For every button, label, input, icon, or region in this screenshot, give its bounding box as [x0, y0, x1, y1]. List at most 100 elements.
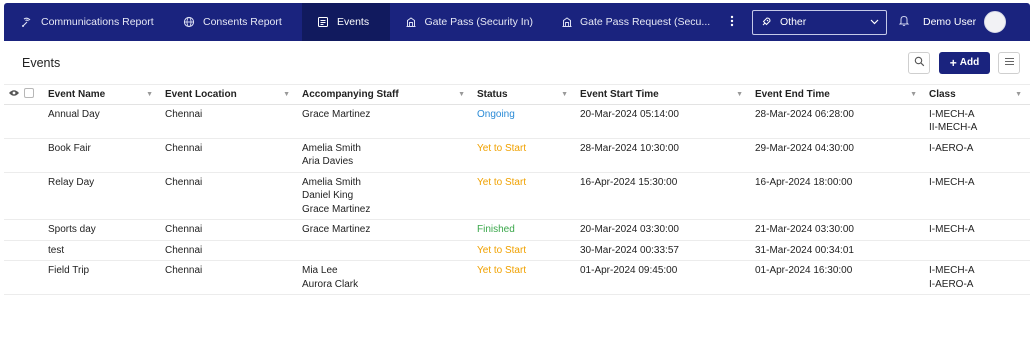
add-button[interactable]: + Add [939, 51, 990, 74]
status-badge: Yet to Start [477, 176, 527, 188]
table-row[interactable]: Field Trip Chennai Mia Lee Aurora Clark … [4, 260, 1030, 295]
tab-label: Gate Pass Request (Secu... [580, 16, 711, 28]
column-header-event-start-time[interactable]: Event Start Time ▼ [576, 85, 751, 105]
class-cell [925, 240, 1030, 261]
class-cell: I-MECH-A I-AERO-A [925, 260, 1030, 295]
status-badge: Finished [477, 224, 515, 235]
event-location-cell: Chennai [161, 104, 298, 139]
sort-arrow-icon[interactable]: ▼ [561, 91, 568, 98]
event-start-time-cell: 30-Mar-2024 00:33:57 [576, 240, 751, 261]
sort-arrow-icon[interactable]: ▼ [458, 91, 465, 98]
status-cell: Yet to Start [473, 138, 576, 173]
event-name-cell[interactable]: Book Fair [44, 138, 161, 173]
tab-gate-pass-request[interactable]: Gate Pass Request (Secu... [547, 3, 717, 41]
event-start-time-cell: 01-Apr-2024 09:45:00 [576, 260, 751, 295]
tab-label: Communications Report [41, 16, 154, 28]
accompanying-staff-cell: Amelia Smith Daniel King Grace Martinez [298, 172, 473, 220]
staff-name: Grace Martinez [302, 203, 371, 215]
staff-name: Aurora Clark [302, 278, 359, 290]
status-cell: Ongoing [473, 104, 576, 139]
staff-name: Aria Davies [302, 156, 354, 167]
column-header-class[interactable]: Class ▼ [925, 85, 1030, 105]
status-badge: Yet to Start [477, 244, 527, 256]
class-cell: I-MECH-A II-MECH-A [925, 104, 1030, 139]
notifications-button[interactable] [891, 14, 917, 30]
event-end-time-cell: 29-Mar-2024 04:30:00 [751, 138, 925, 173]
column-header-event-name[interactable]: Event Name ▼ [44, 85, 161, 105]
event-end-time-cell: 21-Mar-2024 03:30:00 [751, 219, 925, 241]
staff-name: Daniel King [302, 190, 354, 201]
event-end-time-cell: 28-Mar-2024 06:28:00 [751, 104, 925, 139]
add-button-label: Add [959, 57, 980, 68]
class-name: I-MECH-A [929, 224, 975, 235]
tab-consents-report[interactable]: Consents Report [168, 3, 302, 41]
class-cell: I-MECH-A [925, 219, 1030, 241]
bell-icon [898, 14, 910, 30]
class-cell: I-MECH-A [925, 172, 1030, 220]
sort-arrow-icon[interactable]: ▼ [283, 91, 290, 98]
chevron-down-icon [870, 16, 879, 28]
sort-arrow-icon[interactable]: ▼ [146, 91, 153, 98]
tab-label: Consents Report [203, 16, 282, 28]
column-header-accompanying-staff[interactable]: Accompanying Staff ▼ [298, 85, 473, 105]
event-name-cell[interactable]: Sports day [44, 219, 161, 241]
sort-arrow-icon[interactable]: ▼ [1015, 91, 1022, 98]
class-name: I-MECH-A [929, 176, 975, 188]
events-table-container: Event Name ▼ Event Location ▼ Accompanying… [4, 85, 1030, 295]
event-start-time-cell: 20-Mar-2024 05:14:00 [576, 104, 751, 139]
event-start-time-cell: 20-Mar-2024 03:30:00 [576, 219, 751, 241]
table-row[interactable]: Annual Day Chennai Grace Martinez Ongoin… [4, 104, 1030, 139]
more-tabs-button[interactable] [717, 3, 747, 41]
sort-arrow-icon[interactable]: ▼ [736, 91, 743, 98]
menu-button[interactable] [998, 51, 1020, 74]
rocket-icon [760, 16, 772, 28]
tab-gate-pass-security-in[interactable]: Gate Pass (Security In) [390, 3, 547, 41]
status-badge: Ongoing [477, 108, 515, 120]
search-button[interactable] [908, 51, 930, 74]
avatar[interactable] [984, 11, 1007, 33]
hamburger-icon [1004, 57, 1015, 69]
accompanying-staff-cell: Grace Martinez [298, 104, 473, 139]
eye-icon[interactable] [4, 89, 24, 97]
event-name-cell[interactable]: Annual Day [44, 104, 161, 139]
event-start-time-cell: 28-Mar-2024 10:30:00 [576, 138, 751, 173]
accompanying-staff-cell [298, 240, 473, 261]
column-header-status[interactable]: Status ▼ [473, 85, 576, 105]
accompanying-staff-cell: Amelia Smith Aria Davies [298, 138, 473, 173]
sort-arrow-icon[interactable]: ▼ [910, 91, 917, 98]
staff-name: Amelia Smith [302, 142, 361, 154]
event-name-cell[interactable]: test [44, 240, 161, 261]
select-all-checkbox[interactable] [24, 87, 34, 98]
accompanying-staff-cell: Grace Martinez [298, 219, 473, 241]
staff-name: Mia Lee [302, 265, 338, 276]
tab-communications-report[interactable]: Communications Report [4, 3, 168, 41]
class-cell: I-AERO-A [925, 138, 1030, 173]
table-row[interactable]: Sports day Chennai Grace Martinez Finish… [4, 219, 1030, 241]
table-header-row: Event Name ▼ Event Location ▼ Accompanying… [4, 85, 1030, 105]
select-all-header[interactable] [24, 85, 44, 105]
event-location-cell: Chennai [161, 240, 298, 261]
column-header-event-end-time[interactable]: Event End Time ▼ [751, 85, 925, 105]
table-row[interactable]: test Chennai Yet to Start 30-Mar-2024 00… [4, 240, 1030, 261]
user-name[interactable]: Demo User [923, 16, 976, 28]
event-location-cell: Chennai [161, 219, 298, 241]
class-name: II-MECH-A [929, 122, 978, 133]
organization-select[interactable]: Other [752, 9, 887, 35]
table-row[interactable]: Book Fair Chennai Amelia Smith Aria Davi… [4, 138, 1030, 173]
page-title: Events [22, 55, 61, 70]
event-name-cell[interactable]: Field Trip [44, 260, 161, 295]
class-name: I-MECH-A [929, 108, 975, 120]
staff-name: Amelia Smith [302, 176, 361, 188]
column-header-event-location[interactable]: Event Location ▼ [161, 85, 298, 105]
broadcast-icon [20, 15, 34, 29]
event-location-cell: Chennai [161, 138, 298, 173]
events-table: Event Name ▼ Event Location ▼ Accompanying… [4, 85, 1030, 295]
tab-events[interactable]: Events [302, 3, 390, 41]
table-row[interactable]: Relay Day Chennai Amelia Smith Daniel Ki… [4, 172, 1030, 220]
status-cell: Yet to Start [473, 172, 576, 220]
visibility-column-header[interactable] [4, 85, 24, 105]
class-name: I-MECH-A [929, 265, 975, 276]
class-name: I-AERO-A [929, 278, 974, 290]
vertical-dots-icon [730, 14, 734, 30]
event-name-cell[interactable]: Relay Day [44, 172, 161, 220]
